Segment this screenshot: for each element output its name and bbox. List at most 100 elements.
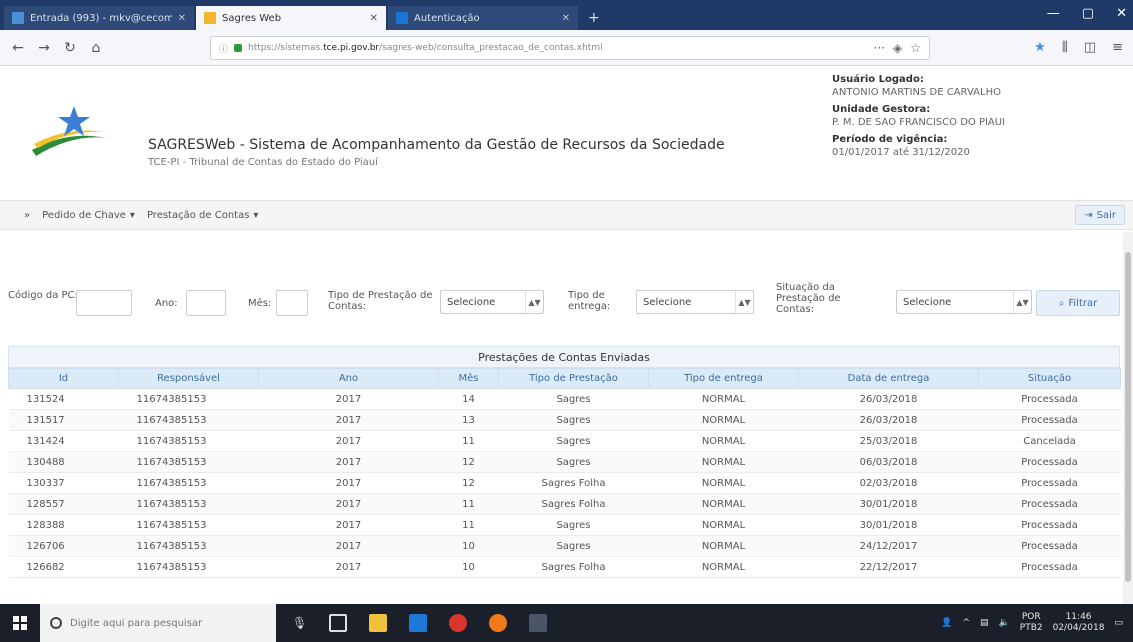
minimize-icon[interactable]: — — [1047, 6, 1060, 21]
column-header-tipo-entrega[interactable]: Tipo de entrega — [648, 368, 799, 389]
tipo-prestacao-select[interactable]: Selecione ▲▼ — [440, 290, 544, 314]
close-icon[interactable]: ✕ — [178, 13, 186, 24]
url-bar[interactable]: ⓘ https://sistemas.tce.pi.gov.br/sagres-… — [210, 36, 930, 60]
browser-tab-auth[interactable]: Autenticação ✕ — [388, 6, 578, 30]
table-row[interactable]: 128388 11674385153 2017 11 Sagres NORMAL… — [8, 514, 1121, 536]
cell-situacao: Processada — [978, 472, 1121, 494]
cell-situacao: Processada — [978, 409, 1121, 431]
notifications-icon[interactable]: ▭ — [1114, 618, 1123, 628]
menu-icon[interactable]: ≡ — [1112, 40, 1123, 55]
close-window-icon[interactable]: ✕ — [1116, 6, 1127, 21]
reload-icon[interactable]: ↻ — [62, 40, 78, 56]
tab-title: Autenticação — [414, 12, 480, 24]
menu-toggle-icon[interactable]: » — [24, 210, 30, 221]
cell-tipo-entrega: NORMAL — [648, 451, 799, 473]
forward-icon[interactable]: → — [36, 40, 52, 56]
logout-button[interactable]: ⇥ Sair — [1075, 205, 1125, 225]
menu-item-pedido-chave[interactable]: Pedido de Chave ▾ — [42, 210, 135, 221]
ano-label: Ano: — [155, 298, 178, 309]
table-row[interactable]: 131424 11674385153 2017 11 Sagres NORMAL… — [8, 430, 1121, 452]
cell-data-entrega: 26/03/2018 — [798, 409, 979, 431]
calculator-icon[interactable] — [529, 614, 548, 632]
browser-tab-email[interactable]: Entrada (993) - mkv@cecom - ... ✕ — [4, 6, 194, 30]
bookmarks-icon[interactable]: ★ — [1034, 40, 1046, 55]
cell-responsavel: 11674385153 — [118, 493, 259, 515]
task-view-icon[interactable] — [329, 614, 348, 632]
cell-tipo-entrega: NORMAL — [648, 514, 799, 536]
firefox-icon[interactable] — [489, 614, 508, 632]
table-row[interactable]: 130337 11674385153 2017 12 Sagres Folha … — [8, 472, 1121, 494]
clock[interactable]: 11:46 02/04/2018 — [1053, 612, 1105, 634]
unit-label: Unidade Gestora: — [832, 104, 931, 115]
new-tab-icon[interactable]: + — [580, 10, 608, 30]
language-indicator[interactable]: POR PTB2 — [1020, 612, 1043, 634]
table-row[interactable]: 128557 11674385153 2017 11 Sagres Folha … — [8, 493, 1121, 515]
library-icon[interactable]: ⫼ — [1062, 40, 1068, 55]
cell-tipo-prestacao: Sagres Folha — [498, 472, 649, 494]
table-row[interactable]: 131524 11674385153 2017 14 Sagres NORMAL… — [8, 388, 1121, 410]
table-row[interactable]: 131517 11674385153 2017 13 Sagres NORMAL… — [8, 409, 1121, 431]
cell-id: 126682 — [8, 556, 119, 578]
cell-situacao: Processada — [978, 451, 1121, 473]
page-actions-icon[interactable]: ··· — [874, 41, 885, 55]
table-row[interactable]: 126682 11674385153 2017 10 Sagres Folha … — [8, 556, 1121, 578]
sidebar-icon[interactable]: ◫ — [1084, 40, 1096, 55]
taskbar-search[interactable]: Digite aqui para pesquisar — [40, 604, 276, 642]
column-header-mes[interactable]: Mês — [438, 368, 499, 389]
cell-situacao: Processada — [978, 514, 1121, 536]
column-header-id[interactable]: Id — [8, 368, 119, 389]
people-icon[interactable]: 👤 — [941, 618, 952, 628]
cortana-icon — [50, 617, 62, 629]
home-icon[interactable]: ⌂ — [88, 40, 104, 56]
cell-tipo-prestacao: Sagres — [498, 409, 649, 431]
cell-situacao: Processada — [978, 535, 1121, 557]
cell-mes: 10 — [438, 556, 499, 578]
store-icon[interactable] — [409, 614, 428, 632]
windows-logo-icon — [13, 616, 27, 630]
close-icon[interactable]: ✕ — [562, 13, 570, 24]
mail-icon — [12, 12, 24, 24]
page-scrollbar[interactable] — [1123, 232, 1133, 604]
browser-tab-sagres[interactable]: Sagres Web ✕ — [196, 6, 386, 30]
column-header-tipo-prestacao[interactable]: Tipo de Prestação — [498, 368, 649, 389]
start-button[interactable] — [0, 604, 40, 642]
cell-ano: 2017 — [258, 514, 439, 536]
close-icon[interactable]: ✕ — [370, 13, 378, 24]
cell-tipo-prestacao: Sagres — [498, 388, 649, 410]
situacao-select[interactable]: Selecione ▲▼ — [896, 290, 1032, 314]
column-header-data-entrega[interactable]: Data de entrega — [798, 368, 979, 389]
ano-input[interactable] — [186, 290, 226, 316]
table-row[interactable]: 126706 11674385153 2017 10 Sagres NORMAL… — [8, 535, 1121, 557]
cell-responsavel: 11674385153 — [118, 514, 259, 536]
info-icon[interactable]: ⓘ — [219, 42, 228, 55]
column-header-situacao[interactable]: Situação — [978, 368, 1121, 389]
cell-id: 130337 — [8, 472, 119, 494]
sagres-logo — [32, 106, 106, 156]
filter-button[interactable]: ⌕ Filtrar — [1036, 290, 1120, 316]
cell-mes: 12 — [438, 451, 499, 473]
pocket-icon[interactable]: ◈ — [893, 41, 902, 55]
microphone-icon[interactable]: 🎙 — [292, 616, 307, 630]
cell-responsavel: 11674385153 — [118, 409, 259, 431]
volume-icon[interactable]: 🔈 — [999, 618, 1010, 628]
cell-mes: 10 — [438, 535, 499, 557]
column-header-responsavel[interactable]: Responsável — [118, 368, 259, 389]
tipo-entrega-select[interactable]: Selecione ▲▼ — [636, 290, 754, 314]
table-row[interactable]: 130488 11674385153 2017 12 Sagres NORMAL… — [8, 451, 1121, 473]
page-header: SAGRESWeb - Sistema de Acompanhamento da… — [0, 66, 1133, 200]
opera-icon[interactable] — [449, 614, 468, 632]
maximize-icon[interactable]: ▢ — [1082, 6, 1094, 21]
menu-item-prestacao-contas[interactable]: Prestação de Contas ▾ — [147, 210, 259, 221]
url-text: https://sistemas.tce.pi.gov.br/sagres-we… — [248, 43, 603, 53]
bookmark-star-icon[interactable]: ☆ — [910, 41, 921, 55]
codigo-input[interactable] — [76, 290, 132, 316]
network-icon[interactable]: ▤ — [980, 618, 989, 628]
mes-input[interactable] — [276, 290, 308, 316]
back-icon[interactable]: ← — [10, 40, 26, 56]
lock-icon — [234, 44, 243, 52]
column-header-ano[interactable]: Ano — [258, 368, 439, 389]
tray-chevron-icon[interactable]: ^ — [963, 618, 971, 628]
cell-id: 126706 — [8, 535, 119, 557]
scrollbar-thumb[interactable] — [1125, 252, 1131, 582]
file-explorer-icon[interactable] — [369, 614, 388, 632]
